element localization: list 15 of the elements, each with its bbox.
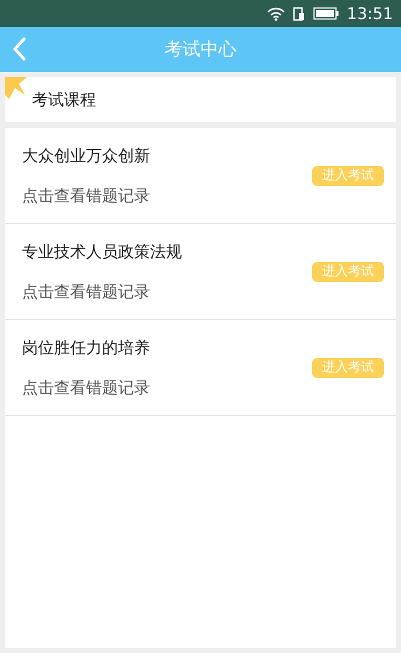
wifi-icon xyxy=(266,6,285,20)
status-time: 13:51 xyxy=(346,2,393,24)
error-record-link[interactable]: 点击查看错题记录 xyxy=(22,376,150,400)
error-record-link[interactable]: 点击查看错题记录 xyxy=(22,280,182,304)
page-title: 考试中心 xyxy=(164,38,236,62)
course-name: 岗位胜任力的培养 xyxy=(22,336,150,358)
section-title: 考试课程 xyxy=(32,88,96,110)
corner-ribbon-icon xyxy=(5,77,29,101)
battery-icon xyxy=(312,7,339,20)
error-record-link[interactable]: 点击查看错题记录 xyxy=(22,184,150,208)
sim-card-icon xyxy=(292,6,305,20)
back-button[interactable] xyxy=(10,35,28,63)
back-icon xyxy=(12,37,26,62)
course-name: 专业技术人员政策法规 xyxy=(22,240,182,262)
course-name: 大众创业万众创新 xyxy=(22,144,150,166)
